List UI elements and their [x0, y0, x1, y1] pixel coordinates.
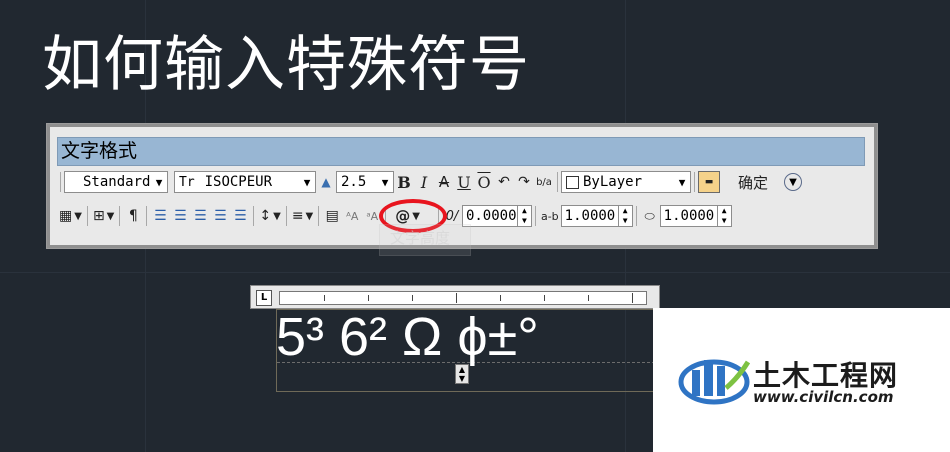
color-value: ByLayer	[583, 174, 643, 190]
color-swatch	[566, 175, 579, 189]
spin-arrows[interactable]: ▲ ▼	[716, 206, 731, 226]
width-factor-input[interactable]: 1.0000 ▲ ▼	[659, 205, 732, 227]
strikethrough-button[interactable]: A	[434, 171, 454, 193]
align-right-icon[interactable]: ☰	[190, 205, 210, 227]
separator	[86, 206, 88, 226]
separator	[557, 172, 558, 192]
uppercase-icon[interactable]: ᴬA	[342, 205, 362, 227]
separator	[318, 206, 320, 226]
ok-button[interactable]: 确定	[730, 171, 776, 193]
distribute-icon[interactable]: ☰	[230, 205, 250, 227]
tab-type-button[interactable]: L	[256, 290, 272, 306]
oblique-angle-input[interactable]: 0.0000 ▲ ▼	[461, 205, 532, 227]
italic-button[interactable]: I	[414, 171, 434, 193]
numbering-icon[interactable]: ≡ ▼	[290, 205, 315, 227]
justify-icon[interactable]: ☰	[210, 205, 230, 227]
color-dropdown[interactable]: ByLayer ▼	[561, 171, 691, 193]
spin-arrows[interactable]: ▲ ▼	[516, 206, 531, 226]
watermark-url: www.civilcn.com	[753, 388, 894, 406]
ruler-tick	[588, 295, 589, 301]
slide-title: 如何输入特殊符号	[42, 30, 530, 100]
ruler-tick	[412, 295, 413, 301]
insert-field-icon[interactable]: ▤	[322, 205, 342, 227]
resize-handle[interactable]: ▲ ▼	[455, 364, 469, 384]
ruler-tick	[500, 295, 501, 301]
columns-icon[interactable]: ▦ ▼	[57, 205, 84, 227]
civilcn-logo-icon	[678, 359, 750, 405]
line-spacing-icon[interactable]: ↕ ▼	[257, 205, 282, 227]
font-icon: Tr	[179, 174, 195, 190]
ruler-tick	[544, 295, 545, 301]
font-dropdown[interactable]: Tr ISOCPEUR ▼	[174, 171, 316, 193]
dialog-title[interactable]: 文字格式	[57, 137, 865, 166]
chevron-down-icon: ▼	[303, 175, 311, 189]
text-style-value: Standard	[83, 174, 151, 190]
oblique-angle-value: 0.0000	[465, 208, 517, 224]
redo-button[interactable]: ↷	[514, 171, 534, 193]
mtext-content[interactable]: 5³ 6² Ω ϕ±°	[276, 306, 539, 368]
stack-button[interactable]: b/a	[534, 171, 554, 193]
ruler-tick	[632, 293, 633, 303]
separator	[534, 206, 536, 226]
overline-button[interactable]: O	[474, 171, 494, 193]
separator	[60, 172, 61, 192]
separator	[253, 206, 255, 226]
paragraph-icon[interactable]: ¶	[123, 205, 143, 227]
separator	[146, 206, 148, 226]
separator	[694, 172, 695, 192]
undo-button[interactable]: ↶	[494, 171, 514, 193]
text-height-dropdown[interactable]: 2.5 ▼	[336, 171, 394, 193]
tracking-icon: a-b	[540, 209, 559, 223]
tooltip: 文字高度	[379, 224, 471, 256]
ruler-track[interactable]	[279, 291, 647, 305]
ruler-tick	[368, 295, 369, 301]
separator	[119, 206, 121, 226]
bold-button[interactable]: B	[394, 171, 414, 193]
align-center-icon[interactable]: ☰	[170, 205, 190, 227]
underline-button[interactable]: U	[454, 171, 474, 193]
font-value: ISOCPEUR	[204, 174, 273, 190]
grid-line	[0, 272, 950, 273]
mtext-justification-icon[interactable]: ⊞ ▼	[91, 205, 116, 227]
ruler-tick	[456, 293, 457, 303]
chevron-down-icon: ▼	[678, 175, 686, 189]
separator	[635, 206, 637, 226]
chevron-down-icon: ▼	[381, 175, 389, 189]
annotative-icon[interactable]: ▲	[316, 171, 336, 193]
separator	[285, 206, 287, 226]
tracking-value: 1.0000	[564, 208, 616, 224]
text-style-dropdown[interactable]: Standard ▼	[64, 171, 168, 193]
tracking-input[interactable]: 1.0000 ▲ ▼	[560, 205, 633, 227]
ruler-tick	[324, 295, 325, 301]
width-factor-icon: ⬭	[644, 208, 655, 223]
text-height-value: 2.5	[341, 174, 367, 190]
ruler-icon[interactable]: ▬	[698, 171, 720, 193]
spin-arrows[interactable]: ▲ ▼	[617, 206, 632, 226]
width-factor-value: 1.0000	[663, 208, 715, 224]
watermark: 土木工程网 www.civilcn.com	[653, 308, 950, 452]
chevron-down-icon: ▼	[155, 175, 163, 189]
options-icon[interactable]: ▼	[784, 173, 803, 191]
toolbar-row-1: Standard ▼ Tr ISOCPEUR ▼ ▲ 2.5 ▼ B I A U…	[57, 170, 803, 194]
align-left-icon[interactable]: ☰	[150, 205, 170, 227]
